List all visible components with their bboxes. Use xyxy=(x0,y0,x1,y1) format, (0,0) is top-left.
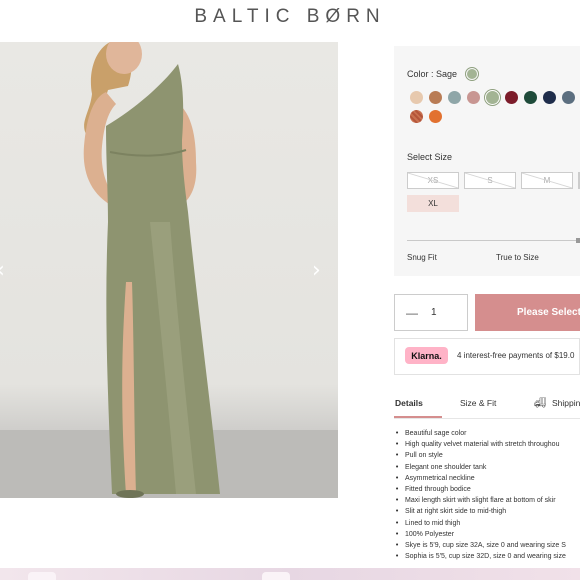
swatch-mauve[interactable] xyxy=(467,91,480,104)
details-list: Beautiful sage color High quality velvet… xyxy=(395,428,580,562)
list-item: High quality velvet material with stretc… xyxy=(395,439,580,450)
quantity-stepper[interactable]: — 1 xyxy=(394,294,468,331)
swatch-orange[interactable] xyxy=(429,110,442,123)
fit-true-label: True to Size xyxy=(496,253,539,262)
color-label-text: Color : xyxy=(407,69,434,79)
truck-icon: 🚚︎ xyxy=(534,398,547,409)
size-xl-label: XL xyxy=(428,199,438,208)
tab-size-fit[interactable]: Size & Fit xyxy=(460,398,496,408)
list-item: Beautiful sage color xyxy=(395,428,580,439)
quantity-value[interactable]: 1 xyxy=(431,307,437,318)
prev-image-icon[interactable]: ‹ xyxy=(0,258,5,283)
klarna-text: 4 interest-free payments of $19.0 xyxy=(457,351,575,360)
klarna-logo: Klarna. xyxy=(405,347,448,364)
swatch-dusty-blue[interactable] xyxy=(448,91,461,104)
size-xl-button[interactable]: XL xyxy=(407,195,459,212)
tab-divider xyxy=(394,418,580,419)
swatch-navy[interactable] xyxy=(543,91,556,104)
list-item: Fitted through bodice xyxy=(395,484,580,495)
quantity-decrease-button[interactable]: — xyxy=(401,306,423,320)
active-tab-underline xyxy=(394,416,442,418)
list-item: Slit at right skirt side to mid-thigh xyxy=(395,506,580,517)
next-image-icon[interactable]: › xyxy=(312,258,321,283)
fit-snug-label: Snug Fit xyxy=(407,253,437,262)
fit-scale-marker xyxy=(576,238,580,243)
size-xs-button[interactable]: XS xyxy=(407,172,459,189)
color-label: Color : Sage xyxy=(407,69,457,79)
size-s-button[interactable]: S xyxy=(464,172,516,189)
list-item: Maxi length skirt with slight flare at b… xyxy=(395,495,580,506)
selected-color-indicator xyxy=(465,67,479,81)
swatch-burgundy[interactable] xyxy=(505,91,518,104)
fit-scale xyxy=(407,240,580,241)
list-item: Sophia is 5'5, cup size 32D, size 0 and … xyxy=(395,551,580,562)
size-m-button[interactable]: M xyxy=(521,172,573,189)
tab-shipping[interactable]: Shippin xyxy=(552,398,580,408)
list-item: Lined to mid thigh xyxy=(395,518,580,529)
product-image[interactable]: ‹ › xyxy=(0,42,338,498)
swatch-rust[interactable] xyxy=(410,110,423,123)
add-to-cart-label: Please Select xyxy=(517,307,580,318)
color-value: Sage xyxy=(436,69,458,79)
list-item: Asymmetrical neckline xyxy=(395,473,580,484)
bottom-bar xyxy=(0,568,580,580)
swatch-emerald[interactable] xyxy=(524,91,537,104)
tab-details[interactable]: Details xyxy=(395,398,423,408)
swatch-caramel[interactable] xyxy=(429,91,442,104)
list-item: Skye is 5'9, cup size 32A, size 0 and we… xyxy=(395,540,580,551)
list-item: Pull on style xyxy=(395,450,580,461)
model-illustration xyxy=(83,42,220,498)
add-to-cart-button[interactable]: Please Select xyxy=(475,294,580,331)
brand-logo[interactable]: BALTIC BØRN xyxy=(0,6,580,28)
list-item: Elegant one shoulder tank xyxy=(395,462,580,473)
swatch-sage[interactable] xyxy=(486,91,499,104)
list-item: 100% Polyester xyxy=(395,529,580,540)
select-size-label: Select Size xyxy=(407,152,453,162)
swatch-champagne[interactable] xyxy=(410,91,423,104)
swatch-slate[interactable] xyxy=(562,91,575,104)
